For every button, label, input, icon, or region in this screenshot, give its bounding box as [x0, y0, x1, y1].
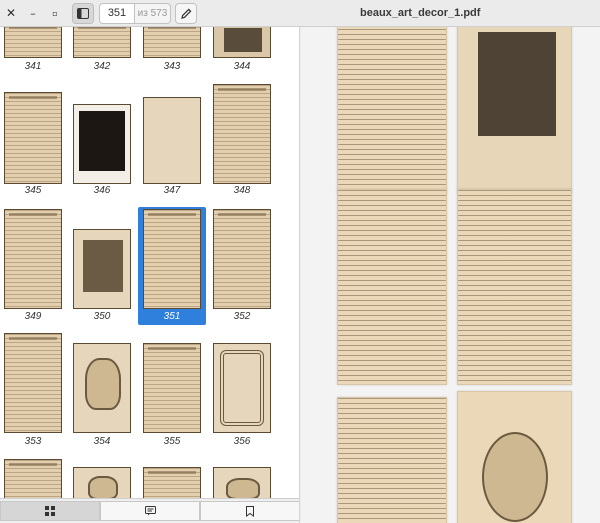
sidebar-icon: [77, 8, 89, 19]
page-thumbnail[interactable]: [73, 27, 131, 58]
thumbnail-label: 353: [24, 436, 42, 447]
document-page[interactable]: [457, 189, 572, 385]
thumbnail-label: 345: [24, 185, 42, 196]
page-thumbnail[interactable]: [213, 27, 271, 58]
engraving-plate: [478, 32, 556, 136]
ornament-plate: [85, 358, 121, 410]
document-page[interactable]: [457, 27, 572, 193]
sidebar-mode-switcher: [0, 498, 299, 523]
thumbnail-label: 346: [93, 185, 111, 196]
page-total-label: из 573: [135, 3, 171, 24]
page-thumbnail[interactable]: [143, 97, 201, 184]
frame-ornament: [220, 350, 264, 426]
pencil-icon: [180, 8, 191, 19]
thumbnail-label: 354: [93, 436, 111, 447]
thumbnail-label: 350: [93, 311, 111, 322]
portrait-plate: [79, 111, 125, 171]
close-icon[interactable]: ✕: [2, 4, 20, 22]
page-thumbnail[interactable]: [73, 343, 131, 433]
page-thumbnail[interactable]: [213, 209, 271, 309]
minimize-icon[interactable]: –: [24, 4, 42, 22]
engraving-plate: [83, 240, 123, 292]
thumbnail-label: 344: [233, 61, 251, 72]
thumbnail-label: 341: [24, 61, 42, 72]
thumbnail-sidebar[interactable]: 341 342 343 344 345 346 347 348 349 350 …: [0, 27, 300, 523]
thumbnails-mode-button[interactable]: [0, 501, 100, 521]
ornament-plate: [482, 432, 548, 522]
ornament-plate: [226, 478, 260, 500]
thumbnail-label: 342: [93, 61, 111, 72]
thumbnail-label: 348: [233, 185, 251, 196]
thumbnail-label-selected: 351: [163, 311, 181, 322]
bookmarks-mode-button[interactable]: [200, 501, 299, 521]
document-page[interactable]: [337, 189, 447, 385]
document-view[interactable]: [301, 27, 600, 523]
comment-icon: [144, 506, 156, 516]
annotate-button[interactable]: [175, 3, 197, 24]
page-thumbnail[interactable]: [73, 229, 131, 309]
page-thumbnail[interactable]: [4, 92, 62, 184]
document-page[interactable]: [337, 397, 447, 523]
grid-icon: [45, 506, 55, 516]
maximize-icon[interactable]: ▫: [46, 4, 64, 22]
thumbnail-label: 347: [163, 185, 181, 196]
thumbnail-label: 343: [163, 61, 181, 72]
page-thumbnail[interactable]: [4, 27, 62, 58]
thumbnail-label: 356: [233, 436, 251, 447]
page-thumbnail[interactable]: [73, 104, 131, 184]
annotations-mode-button[interactable]: [100, 501, 200, 521]
document-title: beaux_art_decor_1.pdf: [360, 7, 481, 19]
thumbnail-label: 349: [24, 311, 42, 322]
page-thumbnail[interactable]: [143, 343, 201, 433]
header-bar: ✕ – ▫ 351 из 573 beaux_art_decor_1.pdf: [0, 0, 600, 27]
page-thumbnail[interactable]: [213, 343, 271, 433]
page-thumbnail[interactable]: [4, 333, 62, 433]
document-page[interactable]: [457, 391, 572, 523]
engraving-plate: [224, 28, 262, 52]
sidebar-toggle-button[interactable]: [72, 3, 94, 24]
document-page[interactable]: [337, 27, 447, 193]
ornament-plate: [88, 476, 118, 500]
page-thumbnail[interactable]: [143, 209, 201, 309]
thumbnail-label: 352: [233, 311, 251, 322]
page-thumbnail[interactable]: [143, 27, 201, 58]
page-number-input[interactable]: 351: [99, 3, 135, 24]
page-thumbnail[interactable]: [4, 209, 62, 309]
page-thumbnail[interactable]: [213, 84, 271, 184]
bookmark-icon: [246, 505, 254, 517]
thumbnail-label: 355: [163, 436, 181, 447]
